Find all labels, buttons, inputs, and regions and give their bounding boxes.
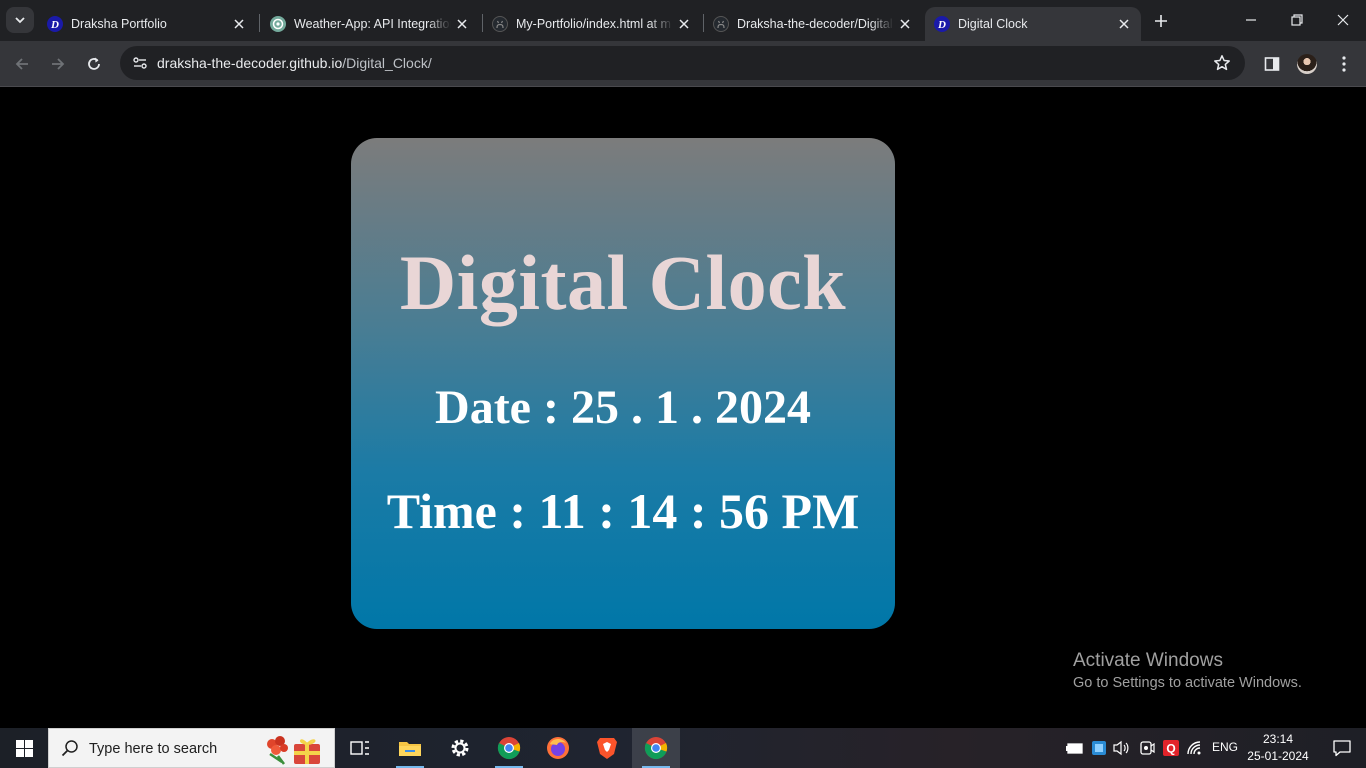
windows-security-icon[interactable] xyxy=(1090,738,1108,758)
chrome-app-button[interactable] xyxy=(485,728,533,768)
tab-search-button[interactable] xyxy=(6,7,34,33)
input-language[interactable]: ENG xyxy=(1212,740,1238,754)
notification-center-button[interactable] xyxy=(1318,728,1366,768)
task-view-button[interactable] xyxy=(336,728,384,768)
firefox-app-button[interactable] xyxy=(534,728,582,768)
close-tab-icon[interactable] xyxy=(673,13,695,35)
battery-icon[interactable] xyxy=(1066,738,1084,758)
site-info-icon[interactable] xyxy=(128,51,152,75)
search-placeholder: Type here to search xyxy=(89,741,218,757)
side-panel-button[interactable] xyxy=(1258,50,1286,78)
tab-title: My-Portfolio/index.html at m xyxy=(516,17,671,31)
tab-digital-clock[interactable]: D Digital Clock xyxy=(925,7,1141,41)
github-icon xyxy=(492,16,508,32)
minimize-button[interactable] xyxy=(1228,0,1274,40)
folder-icon xyxy=(399,742,421,756)
close-tab-icon[interactable] xyxy=(894,13,916,35)
new-tab-button[interactable] xyxy=(1149,9,1173,33)
address-bar[interactable]: draksha-the-decoder.github.io/Digital_Cl… xyxy=(120,46,1245,80)
taskbar-time: 23:14 xyxy=(1262,732,1294,746)
side-panel-icon xyxy=(1264,57,1280,71)
taskbar-clock[interactable]: 23:14 25-01-2024 xyxy=(1244,731,1312,765)
settings-app-button[interactable] xyxy=(436,728,484,768)
volume-icon[interactable] xyxy=(1112,738,1130,758)
brave-icon xyxy=(597,738,617,759)
bookmark-star-icon[interactable] xyxy=(1211,52,1233,74)
tab-title: Digital Clock xyxy=(958,17,1028,31)
q-app-icon[interactable]: Q xyxy=(1162,738,1180,758)
taskbar-search-box[interactable]: Type here to search xyxy=(48,728,335,768)
reload-button[interactable] xyxy=(80,50,108,78)
svg-text:D: D xyxy=(937,19,946,31)
chevron-down-icon xyxy=(15,17,25,24)
wifi-icon[interactable] xyxy=(1186,738,1204,758)
meet-now-icon[interactable] xyxy=(1138,738,1156,758)
tab-draksha-portfolio[interactable]: D Draksha Portfolio xyxy=(38,7,256,41)
restore-icon xyxy=(1291,14,1303,26)
close-tab-icon[interactable] xyxy=(228,13,250,35)
reload-icon xyxy=(88,57,100,70)
brave-app-button[interactable] xyxy=(583,728,631,768)
tab-title: Weather-App: API Integration xyxy=(294,17,451,31)
tab-strip: D Draksha Portfolio Weather-App: API Int… xyxy=(0,0,1366,41)
notification-icon xyxy=(1333,740,1351,757)
tab-weather-app[interactable]: Weather-App: API Integration xyxy=(261,7,479,41)
arrow-right-icon xyxy=(52,58,65,70)
svg-text:D: D xyxy=(50,19,59,31)
clock-date: Date : 25 . 1 . 2024 xyxy=(435,381,811,434)
windows-logo-icon xyxy=(15,739,33,757)
url-host: draksha-the-decoder.github.io xyxy=(157,55,343,71)
avatar xyxy=(1297,54,1317,74)
activate-windows-watermark: Activate Windows Go to Settings to activ… xyxy=(1073,650,1302,691)
close-icon xyxy=(1337,14,1349,26)
chrome-icon xyxy=(644,737,668,760)
file-explorer-button[interactable] xyxy=(386,728,434,768)
firefox-icon xyxy=(547,737,569,759)
url-text[interactable]: draksha-the-decoder.github.io/Digital_Cl… xyxy=(157,55,432,71)
watermark-title: Activate Windows xyxy=(1073,650,1223,671)
chrome-icon xyxy=(497,737,521,760)
browser-toolbar: draksha-the-decoder.github.io/Digital_Cl… xyxy=(0,41,1366,87)
menu-button[interactable] xyxy=(1330,50,1358,78)
back-button[interactable] xyxy=(8,50,36,78)
arrow-left-icon xyxy=(15,58,28,70)
task-view-icon xyxy=(350,741,369,755)
watermark-subtitle: Go to Settings to activate Windows. xyxy=(1073,675,1302,691)
start-button[interactable] xyxy=(0,728,48,768)
plus-icon xyxy=(1155,15,1167,27)
restore-button[interactable] xyxy=(1274,0,1320,40)
openai-icon xyxy=(270,16,286,32)
gift-flowers-icon xyxy=(267,736,320,765)
kebab-menu-icon xyxy=(1342,56,1346,72)
clock-title: Digital Clock xyxy=(399,239,847,326)
clock-time: Time : 11 : 14 : 56 PM xyxy=(386,483,860,539)
clock-card: Digital Clock Date : 25 . 1 . 2024 Time … xyxy=(351,138,895,629)
url-path: /Digital_Clock/ xyxy=(342,55,432,71)
svg-text:Q: Q xyxy=(1166,742,1175,756)
minimize-icon xyxy=(1246,19,1256,21)
close-tab-icon[interactable] xyxy=(1113,13,1135,35)
close-window-button[interactable] xyxy=(1320,0,1366,40)
tab-digital-clock-repo[interactable]: Draksha-the-decoder/Digital xyxy=(704,7,922,41)
close-tab-icon[interactable] xyxy=(451,13,473,35)
search-icon xyxy=(61,740,78,757)
gear-icon xyxy=(451,739,469,757)
chrome-app-button-active[interactable] xyxy=(632,728,680,768)
forward-button[interactable] xyxy=(44,50,72,78)
tab-separator xyxy=(259,14,260,32)
tab-title: Draksha Portfolio xyxy=(71,17,167,31)
taskbar: Type here to search Q ENG 23:14 25-01-20… xyxy=(0,728,1366,768)
github-icon xyxy=(713,16,729,32)
taskbar-date: 25-01-2024 xyxy=(1247,749,1309,763)
draksha-d-icon: D xyxy=(47,16,63,32)
page-viewport: Digital Clock Date : 25 . 1 . 2024 Time … xyxy=(0,87,1366,728)
draksha-d-icon: D xyxy=(934,16,950,32)
tab-title: Draksha-the-decoder/Digital xyxy=(737,17,893,31)
profile-button[interactable] xyxy=(1293,50,1321,78)
tab-my-portfolio-github[interactable]: My-Portfolio/index.html at m xyxy=(483,7,701,41)
